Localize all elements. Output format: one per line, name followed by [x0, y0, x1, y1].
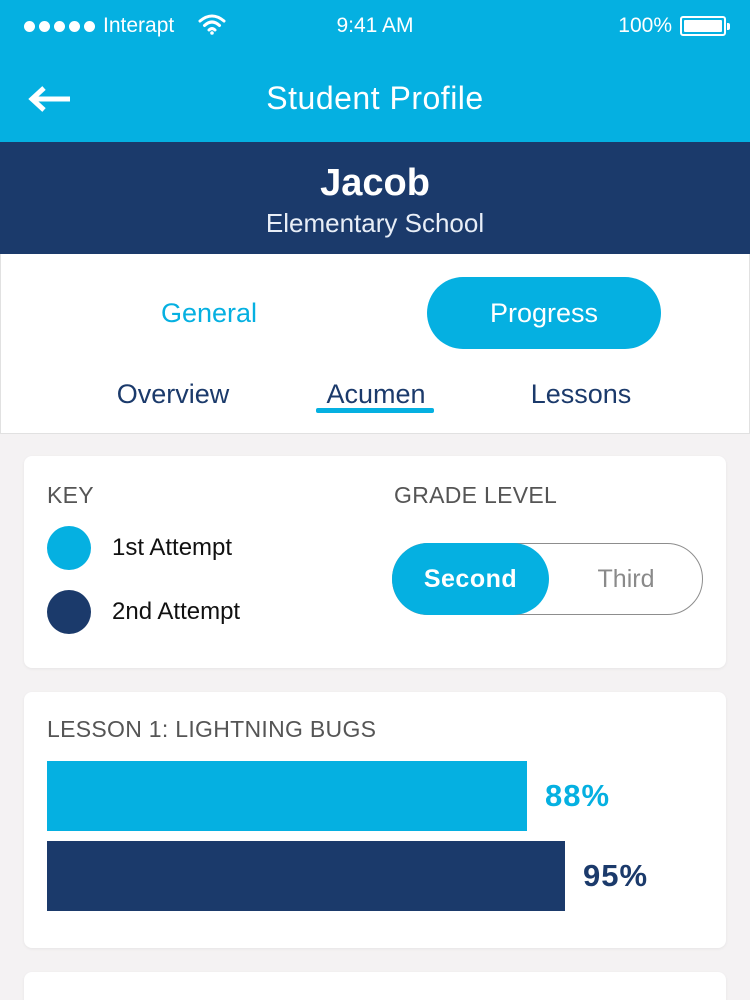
student-name: Jacob [320, 162, 430, 204]
tabs-panel: General Progress Overview Acumen Lessons [0, 254, 750, 434]
tab-general[interactable]: General [109, 278, 309, 348]
legend-item: 2nd Attempt [47, 590, 240, 634]
active-subtab-indicator [316, 408, 434, 413]
second-attempt-bar [47, 841, 565, 911]
next-lesson-card [24, 972, 726, 1000]
grade-option-second[interactable]: Second [392, 543, 549, 615]
legend-swatch-first-attempt [47, 526, 91, 570]
app-header: Interapt 9:41 AM 100% Student Profile [0, 0, 750, 142]
grade-option-third[interactable]: Third [549, 544, 703, 614]
status-bar: Interapt 9:41 AM 100% [0, 0, 750, 52]
battery-icon [680, 16, 730, 36]
legend-label: 2nd Attempt [112, 598, 241, 625]
tab-progress[interactable]: Progress [427, 277, 661, 349]
page-title: Student Profile [266, 80, 484, 116]
legend-label: 1st Attempt [112, 534, 233, 561]
lesson-title: LESSON 1: LIGHTNING BUGS [47, 716, 377, 742]
legend-item: 1st Attempt [47, 526, 232, 570]
student-school: Elementary School [265, 208, 485, 238]
second-attempt-percent: 95% [583, 858, 649, 893]
grade-level-toggle[interactable]: Second Third [392, 543, 703, 615]
lesson-card: LESSON 1: LIGHTNING BUGS 88% 95% [24, 692, 726, 948]
legend-swatch-second-attempt [47, 590, 91, 634]
first-attempt-percent: 88% [545, 778, 611, 813]
key-label: KEY [47, 482, 94, 508]
battery-percent: 100% [618, 14, 672, 37]
grade-level-label: GRADE LEVEL [394, 482, 558, 508]
subtab-lessons[interactable]: Lessons [501, 376, 661, 412]
first-attempt-bar [47, 761, 527, 831]
subtab-overview[interactable]: Overview [93, 376, 253, 412]
key-card: KEY 1st Attempt 2nd Attempt GRADE LEVEL … [24, 456, 726, 668]
subtab-acumen[interactable]: Acumen [309, 376, 443, 412]
profile-banner: Jacob Elementary School [0, 142, 750, 254]
